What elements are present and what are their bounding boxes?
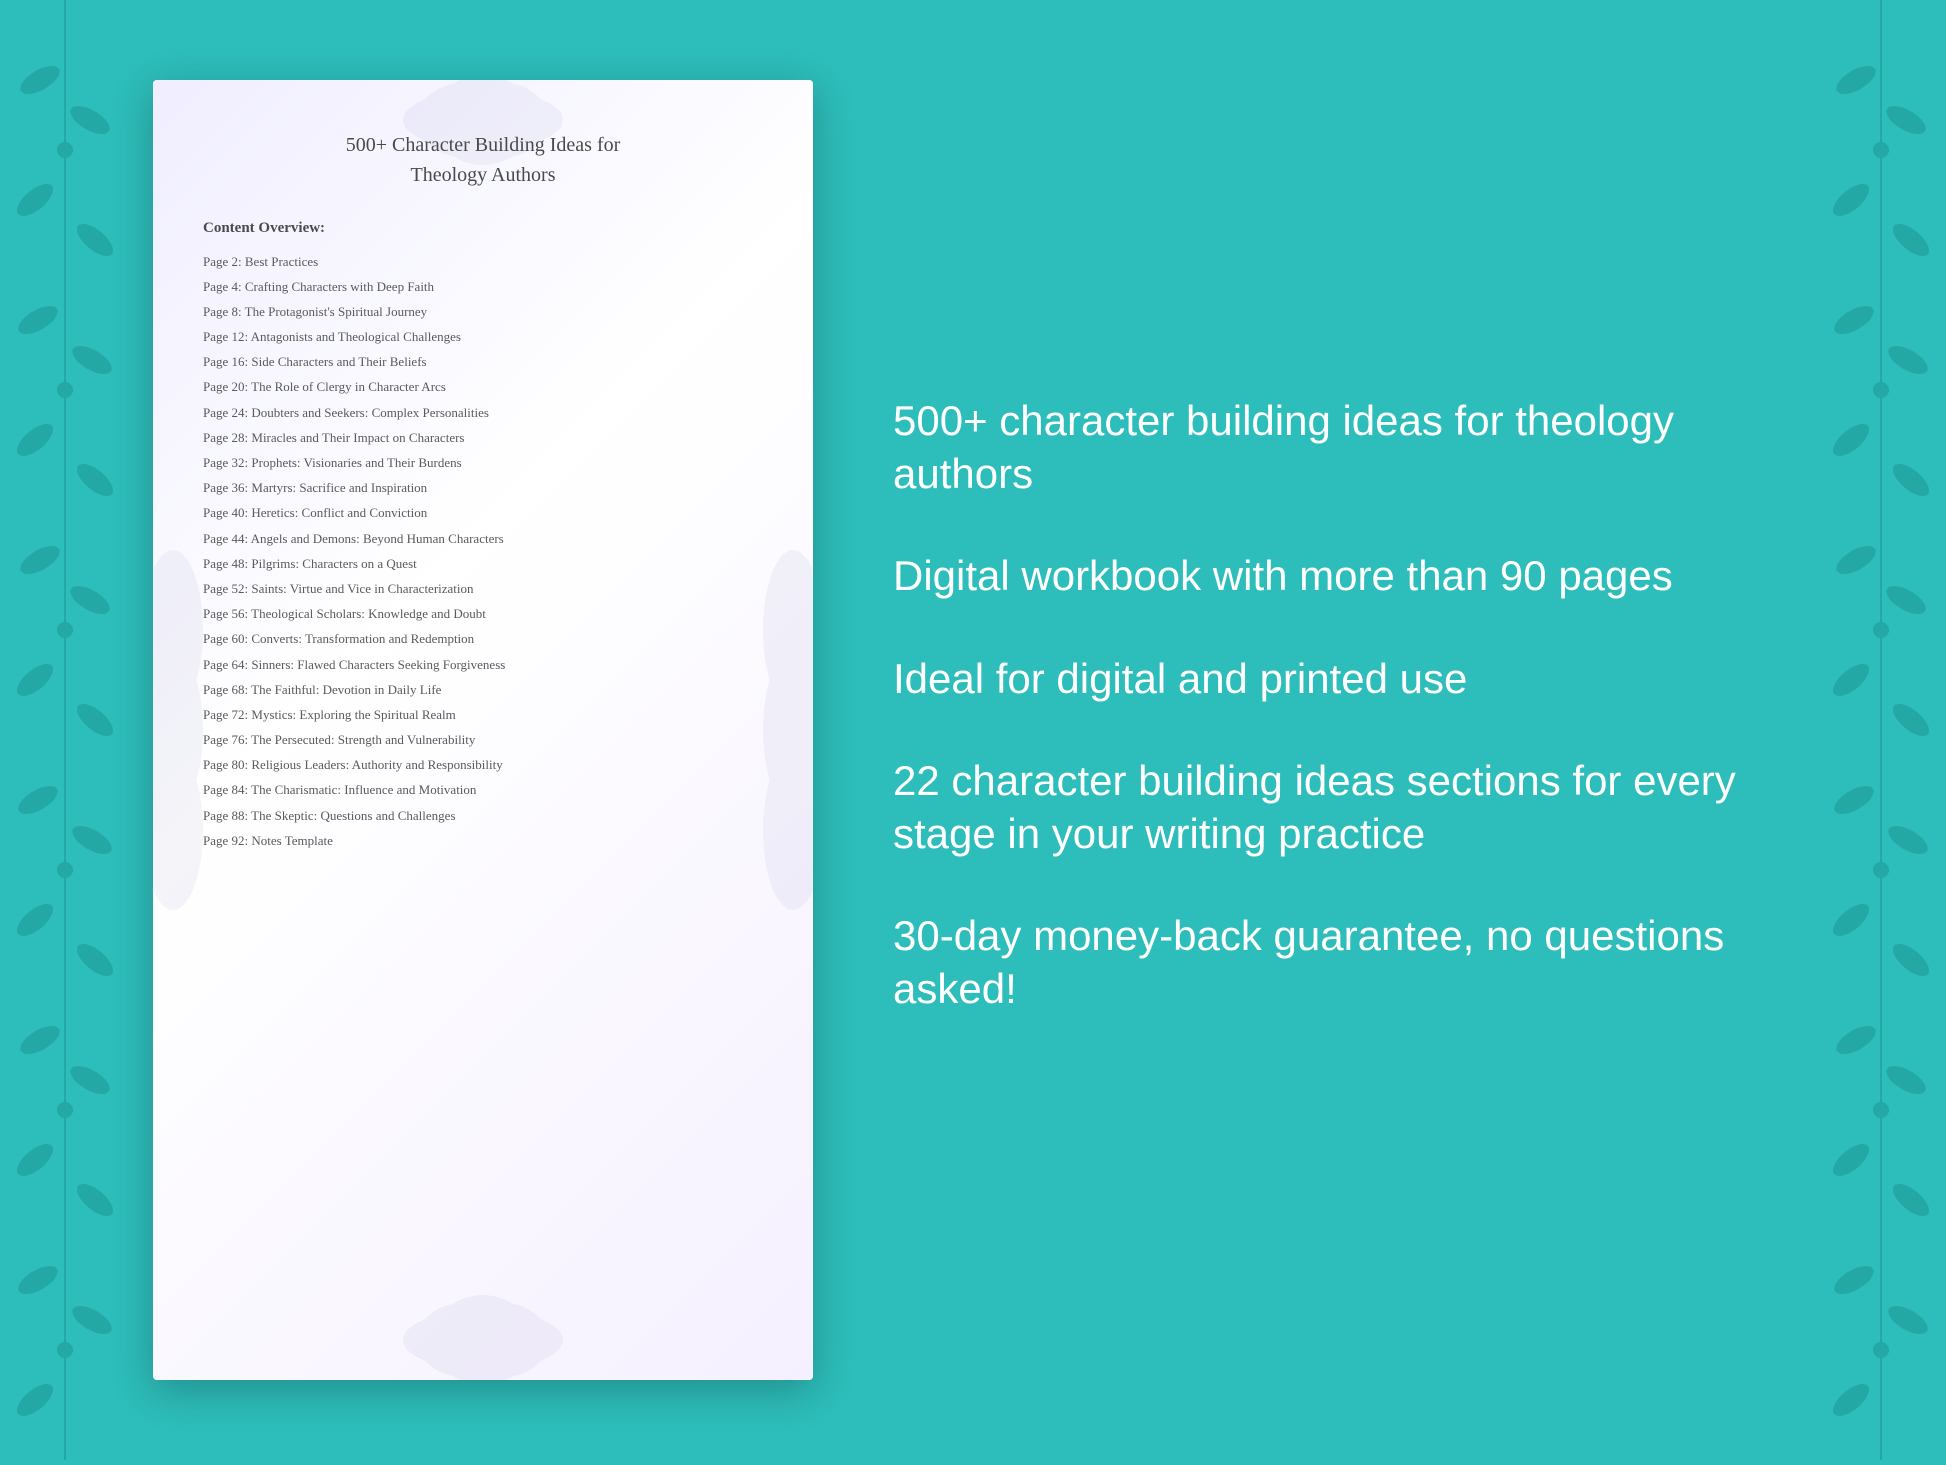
content-overview-label: Content Overview:: [203, 220, 763, 237]
toc-item: Page 76: The Persecuted: Strength and Vu…: [203, 728, 763, 753]
toc-item: Page 12: Antagonists and Theological Cha…: [203, 325, 763, 350]
features-panel: 500+ character building ideas for theolo…: [873, 395, 1793, 1065]
feature-2: Digital workbook with more than 90 pages: [893, 550, 1793, 603]
toc-item: Page 16: Side Characters and Their Belie…: [203, 350, 763, 375]
toc-item: Page 28: Miracles and Their Impact on Ch…: [203, 425, 763, 450]
doc-watermark-bottom: [383, 1290, 583, 1380]
feature-3: Ideal for digital and printed use: [893, 653, 1793, 706]
toc-item: Page 72: Mystics: Exploring the Spiritua…: [203, 702, 763, 727]
feature-1: 500+ character building ideas for theolo…: [893, 395, 1793, 500]
feature-4: 22 character building ideas sections for…: [893, 755, 1793, 860]
toc-item: Page 4: Crafting Characters with Deep Fa…: [203, 274, 763, 299]
toc-item: Page 60: Converts: Transformation and Re…: [203, 627, 763, 652]
toc-item: Page 64: Sinners: Flawed Characters Seek…: [203, 652, 763, 677]
toc-item: Page 92: Notes Template: [203, 828, 763, 853]
toc-item: Page 8: The Protagonist's Spiritual Jour…: [203, 299, 763, 324]
feature-text: Digital workbook with more than 90 pages: [893, 550, 1793, 603]
toc-item: Page 84: The Charismatic: Influence and …: [203, 778, 763, 803]
toc-item: Page 88: The Skeptic: Questions and Chal…: [203, 803, 763, 828]
toc-item: Page 40: Heretics: Conflict and Convicti…: [203, 501, 763, 526]
toc-item: Page 24: Doubters and Seekers: Complex P…: [203, 400, 763, 425]
feature-5: 30-day money-back guarantee, no question…: [893, 910, 1793, 1015]
table-of-contents: Page 2: Best PracticesPage 4: Crafting C…: [203, 249, 763, 854]
document-preview: 500+ Character Building Ideas for Theolo…: [153, 80, 813, 1380]
toc-item: Page 32: Prophets: Visionaries and Their…: [203, 451, 763, 476]
toc-item: Page 36: Martyrs: Sacrifice and Inspirat…: [203, 476, 763, 501]
document-inner: 500+ Character Building Ideas for Theolo…: [203, 130, 763, 854]
feature-text: Ideal for digital and printed use: [893, 653, 1793, 706]
toc-item: Page 68: The Faithful: Devotion in Daily…: [203, 677, 763, 702]
document-title: 500+ Character Building Ideas for Theolo…: [203, 130, 763, 190]
toc-item: Page 20: The Role of Clergy in Character…: [203, 375, 763, 400]
feature-text: 30-day money-back guarantee, no question…: [893, 910, 1793, 1015]
toc-item: Page 2: Best Practices: [203, 249, 763, 274]
toc-item: Page 52: Saints: Virtue and Vice in Char…: [203, 576, 763, 601]
content-wrapper: 500+ Character Building Ideas for Theolo…: [73, 40, 1873, 1420]
feature-text: 500+ character building ideas for theolo…: [893, 395, 1793, 500]
feature-text: 22 character building ideas sections for…: [893, 755, 1793, 860]
toc-item: Page 44: Angels and Demons: Beyond Human…: [203, 526, 763, 551]
toc-item: Page 56: Theological Scholars: Knowledge…: [203, 602, 763, 627]
toc-item: Page 80: Religious Leaders: Authority an…: [203, 753, 763, 778]
toc-item: Page 48: Pilgrims: Characters on a Quest: [203, 551, 763, 576]
